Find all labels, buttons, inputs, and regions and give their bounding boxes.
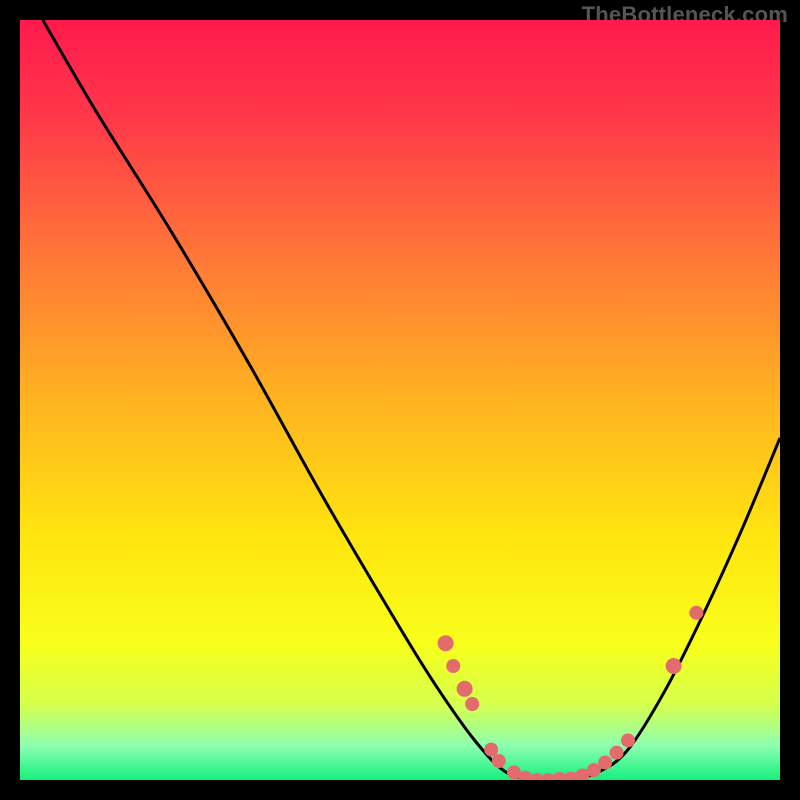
data-marker <box>666 658 682 674</box>
data-marker <box>446 659 460 673</box>
data-marker <box>610 746 624 760</box>
data-marker <box>465 697 479 711</box>
data-marker <box>689 606 703 620</box>
chart-frame <box>20 20 780 780</box>
data-marker <box>587 763 601 777</box>
bottleneck-curve-chart <box>20 20 780 780</box>
data-marker <box>492 754 506 768</box>
data-marker <box>438 635 454 651</box>
data-marker <box>457 681 473 697</box>
data-marker <box>484 743 498 757</box>
data-marker <box>598 756 612 770</box>
data-marker <box>621 733 635 747</box>
